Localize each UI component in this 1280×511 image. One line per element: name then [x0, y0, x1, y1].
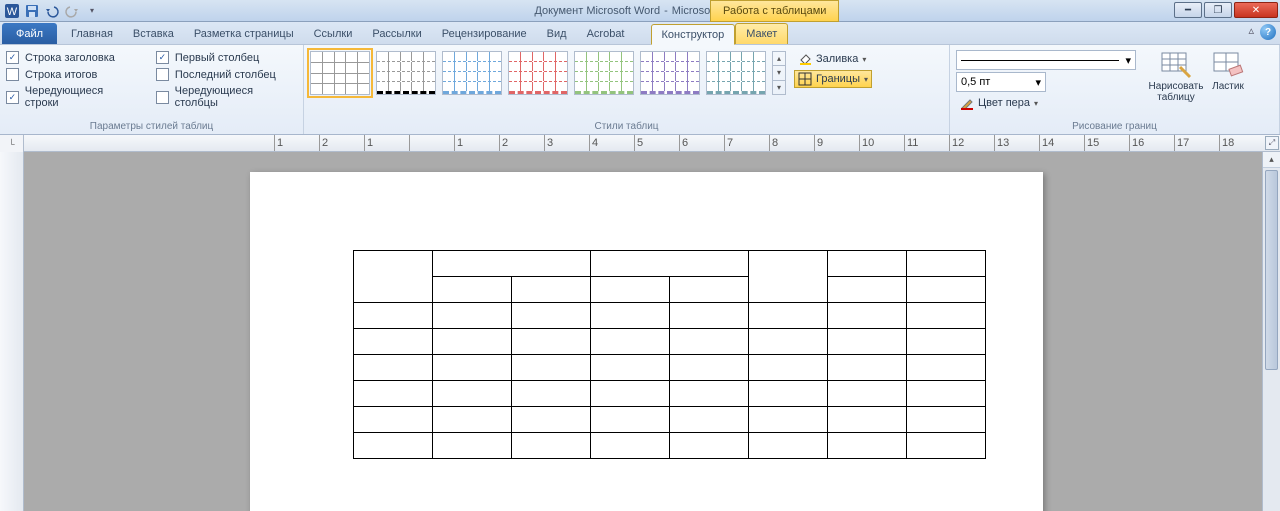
table-style-thumb[interactable]	[442, 51, 502, 95]
pen-icon	[960, 96, 974, 110]
tab-selector[interactable]: └	[0, 135, 24, 152]
minimize-button[interactable]: ━	[1174, 2, 1202, 18]
tab-home[interactable]: Главная	[61, 23, 123, 44]
table-style-thumb[interactable]	[706, 51, 766, 95]
page	[250, 172, 1043, 511]
table-row	[354, 329, 986, 355]
table-style-thumb[interactable]	[508, 51, 568, 95]
table-row	[354, 355, 986, 381]
table-row	[354, 303, 986, 329]
table-styles-gallery: ▴ ▾ ▾	[310, 47, 786, 95]
close-button[interactable]: ✕	[1234, 2, 1278, 18]
vertical-ruler[interactable]	[0, 152, 24, 511]
table-row	[354, 381, 986, 407]
group-label-draw: Рисование границ	[956, 119, 1273, 134]
draw-table-icon	[1160, 47, 1192, 79]
group-table-style-options: ✓Строка заголовка Строка итогов ✓Чередую…	[0, 45, 304, 134]
tab-review[interactable]: Рецензирование	[432, 23, 537, 44]
vertical-scrollbar[interactable]: ▴	[1262, 152, 1280, 511]
document-table[interactable]	[353, 250, 986, 459]
gallery-scroll-up[interactable]: ▴	[773, 52, 785, 66]
line-style-select[interactable]: ▾	[956, 50, 1136, 70]
tab-acrobat[interactable]: Acrobat	[577, 23, 635, 44]
table-style-thumb[interactable]	[574, 51, 634, 95]
table-row	[354, 407, 986, 433]
bucket-icon	[798, 52, 812, 66]
save-icon[interactable]	[24, 3, 40, 19]
tab-mailings[interactable]: Рассылки	[362, 23, 431, 44]
group-label-styles: Стили таблиц	[310, 119, 943, 134]
workspace: ▴	[0, 152, 1280, 511]
group-label-options: Параметры стилей таблиц	[6, 119, 297, 134]
expand-ruler-icon[interactable]: ⤢	[1265, 136, 1279, 150]
draw-table-button[interactable]: Нарисовать таблицу	[1146, 47, 1206, 103]
gallery-expand[interactable]: ▾	[773, 81, 785, 94]
ruler-row: └ 121123456789101112131415161718 ⤢	[0, 135, 1280, 152]
shading-button[interactable]: Заливка ▾	[794, 50, 872, 68]
table-row	[354, 433, 986, 459]
line-weight-select[interactable]: 0,5 пт▾	[956, 72, 1046, 92]
chevron-down-icon: ▾	[1125, 54, 1131, 67]
ribbon-tabs: Файл Главная Вставка Разметка страницы С…	[0, 22, 1280, 45]
contextual-tab-title: Работа с таблицами	[710, 0, 839, 22]
checkbox-banded-rows[interactable]: ✓Чередующиеся строки	[6, 85, 138, 109]
word-icon: W	[4, 3, 20, 19]
checkbox-first-column[interactable]: ✓Первый столбец	[156, 51, 297, 64]
checkbox-last-column[interactable]: Последний столбец	[156, 68, 297, 81]
file-tab[interactable]: Файл	[2, 23, 57, 44]
table-style-thumb[interactable]	[376, 51, 436, 95]
tab-view[interactable]: Вид	[537, 23, 577, 44]
tab-insert[interactable]: Вставка	[123, 23, 184, 44]
chevron-down-icon: ▾	[1034, 99, 1038, 108]
table-style-thumb[interactable]	[310, 51, 370, 95]
scrollbar-thumb[interactable]	[1265, 170, 1278, 370]
gallery-scroll-down[interactable]: ▾	[773, 66, 785, 80]
table-row	[354, 277, 986, 303]
qat-dropdown-icon[interactable]: ▾	[84, 3, 100, 19]
help-icon[interactable]: ?	[1260, 24, 1276, 40]
minimize-ribbon-icon[interactable]: ▵	[1248, 24, 1254, 40]
redo-icon[interactable]	[64, 3, 80, 19]
eraser-button[interactable]: Ластик	[1206, 47, 1250, 92]
tab-references[interactable]: Ссылки	[304, 23, 363, 44]
tab-design[interactable]: Конструктор	[651, 24, 736, 45]
chevron-down-icon: ▾	[864, 75, 868, 84]
window-controls: ━ ❐ ✕	[1174, 2, 1278, 18]
checkbox-header-row[interactable]: ✓Строка заголовка	[6, 51, 138, 64]
checkbox-banded-columns[interactable]: Чередующиеся столбцы	[156, 85, 297, 109]
maximize-button[interactable]: ❐	[1204, 2, 1232, 18]
borders-button[interactable]: Границы ▾	[794, 70, 872, 88]
chevron-down-icon: ▾	[1035, 76, 1041, 89]
pen-color-button[interactable]: Цвет пера ▾	[956, 94, 1136, 112]
group-draw-borders: ▾ 0,5 пт▾ Цвет пера ▾ Нарисовать таблицу…	[950, 45, 1280, 134]
undo-icon[interactable]	[44, 3, 60, 19]
gallery-scroll: ▴ ▾ ▾	[772, 51, 786, 95]
tab-layout[interactable]: Макет	[735, 23, 788, 44]
svg-text:W: W	[7, 6, 18, 18]
ribbon: ✓Строка заголовка Строка итогов ✓Чередую…	[0, 45, 1280, 135]
table-row	[354, 251, 986, 277]
group-table-styles: ▴ ▾ ▾ Заливка ▾ Границы ▾ Стили таблиц	[304, 45, 950, 134]
title-bar: W ▾ Документ Microsoft Word - Microsoft …	[0, 0, 1280, 22]
horizontal-ruler[interactable]: 121123456789101112131415161718 ⤢	[24, 135, 1280, 151]
document-title: Документ Microsoft Word	[534, 5, 660, 17]
tab-page-layout[interactable]: Разметка страницы	[184, 23, 304, 44]
eraser-icon	[1212, 47, 1244, 79]
table-style-thumb[interactable]	[640, 51, 700, 95]
checkbox-total-row[interactable]: Строка итогов	[6, 68, 138, 81]
chevron-down-icon: ▾	[862, 55, 866, 64]
quick-access-toolbar: W ▾	[0, 3, 100, 19]
scroll-up-icon[interactable]: ▴	[1263, 152, 1280, 168]
borders-icon	[798, 72, 812, 86]
document-canvas[interactable]	[24, 152, 1262, 511]
